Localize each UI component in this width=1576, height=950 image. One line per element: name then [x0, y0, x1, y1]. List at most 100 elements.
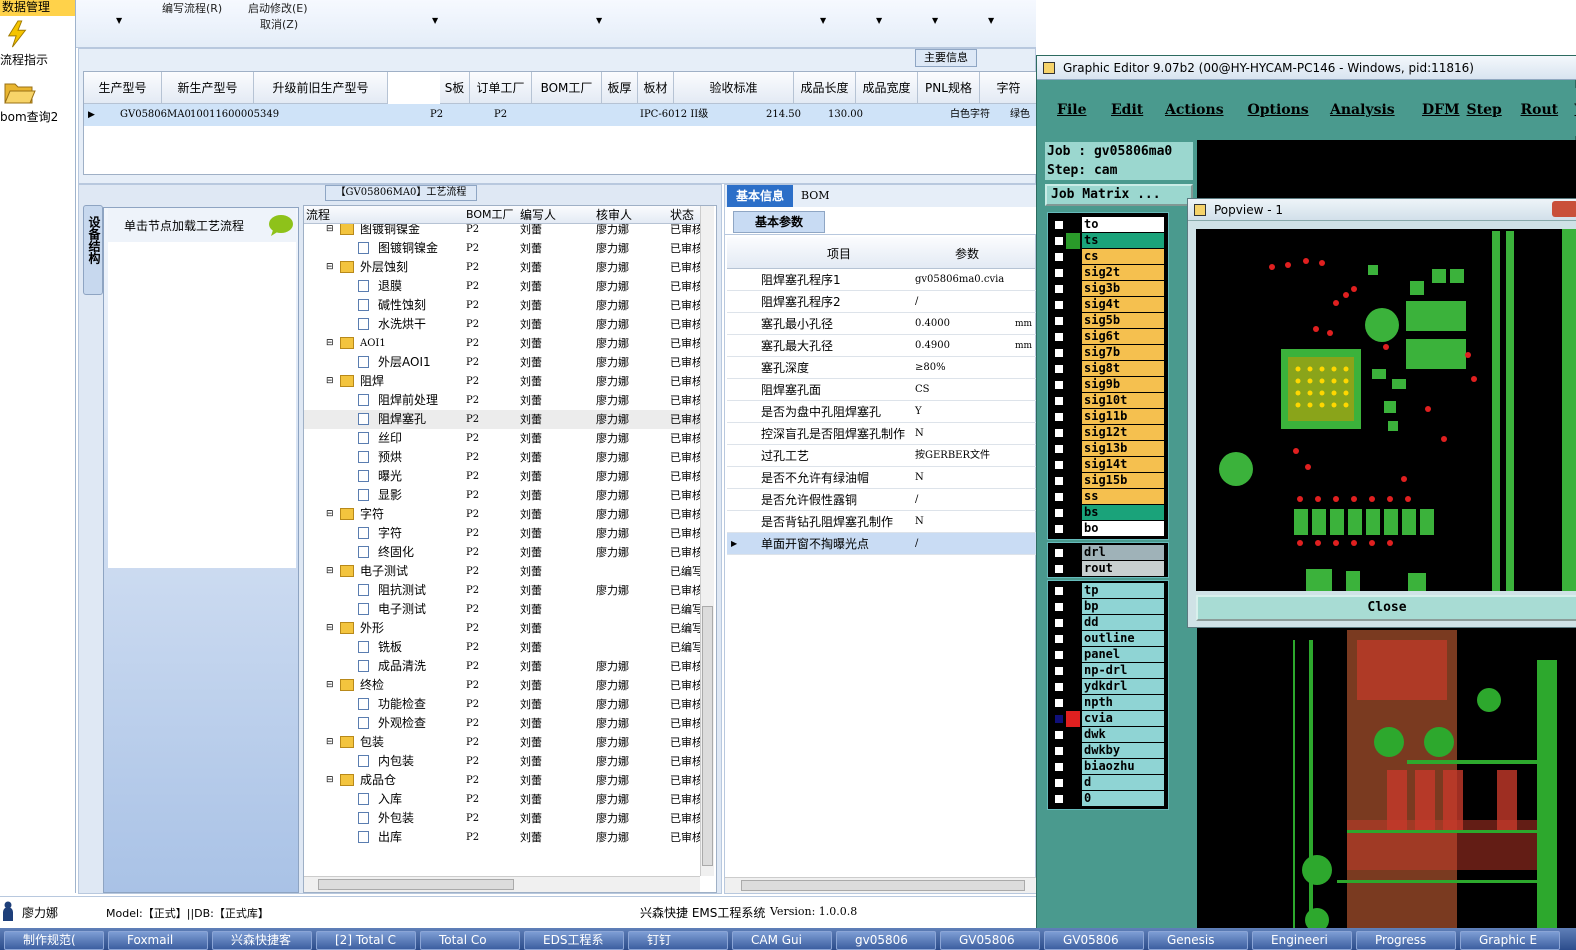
tree-row[interactable]: 水洗烘干 P2 刘蕾 廖力娜 已审核 [304, 315, 710, 334]
layer-row[interactable]: dwk [1048, 727, 1168, 743]
ge-titlebar[interactable]: Graphic Editor 9.07b2 (00@HY-HYCAM-PC146… [1037, 56, 1576, 80]
start-modify-menu[interactable]: 启动修改(E) [248, 0, 308, 16]
param-row[interactable]: 塞孔最大孔径 0.4900 mm [727, 335, 1037, 357]
layer-row[interactable]: bs [1048, 505, 1168, 521]
layer-checkbox[interactable] [1054, 252, 1064, 262]
tree-row[interactable]: 铣板 P2 刘蕾 已编写 [304, 638, 710, 657]
layer-checkbox[interactable] [1054, 444, 1064, 454]
layer-checkbox[interactable] [1054, 762, 1064, 772]
layer-checkbox[interactable] [1054, 524, 1064, 534]
col-reviewer[interactable]: 核审人 [596, 206, 632, 224]
layer-checkbox[interactable] [1054, 682, 1064, 692]
table-row[interactable]: ▶ GV05806MA0 10011600005349 P2 P2 IPC-6012 I… [84, 104, 1036, 126]
tree-row[interactable]: 阻焊塞孔 P2 刘蕾 廖力娜 已审核 [304, 410, 710, 429]
tree-row[interactable]: 丝印 P2 刘蕾 廖力娜 已审核 [304, 429, 710, 448]
layer-row[interactable]: sig13b [1048, 441, 1168, 457]
tree-row[interactable]: 显影 P2 刘蕾 廖力娜 已审核 [304, 486, 710, 505]
collapse-icon[interactable]: ⊟ [326, 562, 334, 581]
taskbar-button[interactable]: Total Co [420, 931, 520, 950]
layer-row[interactable]: ydkdrl [1048, 679, 1168, 695]
layer-checkbox[interactable] [1054, 476, 1064, 486]
layer-row[interactable]: dd [1048, 615, 1168, 631]
tree-row[interactable]: 电子测试 P2 刘蕾 已编写 [304, 600, 710, 619]
grid-col-header[interactable]: 板材 [638, 72, 674, 104]
popview-canvas[interactable] [1196, 229, 1576, 591]
layer-checkbox[interactable] [1054, 548, 1064, 558]
layer-row[interactable]: cs [1048, 249, 1168, 265]
tree-row[interactable]: 出库 P2 刘蕾 廖力娜 已审核 [304, 828, 710, 847]
layer-row[interactable]: sig2t [1048, 265, 1168, 281]
layer-row[interactable]: ss [1048, 489, 1168, 505]
grid-col-header[interactable]: 升级前旧生产型号 [254, 72, 388, 104]
main-info-tab[interactable]: 主要信息 [915, 49, 977, 67]
layer-checkbox[interactable] [1054, 730, 1064, 740]
dropdown-arrow-icon[interactable]: ▼ [820, 16, 826, 25]
layer-checkbox[interactable] [1054, 380, 1064, 390]
tree-row[interactable]: ⊟ 图镀铜镍金 P2 刘蕾 廖力娜 已审核 [304, 224, 710, 239]
collapse-icon[interactable]: ⊟ [326, 771, 334, 790]
layer-checkbox[interactable] [1054, 300, 1064, 310]
layer-checkbox[interactable] [1054, 618, 1064, 628]
horizontal-scrollbar[interactable] [725, 877, 1037, 893]
grid-col-header[interactable]: 生产型号 [84, 72, 162, 104]
col-bom[interactable]: BOM工厂 [466, 206, 514, 224]
grid-col-header[interactable]: 成品宽度 [856, 72, 918, 104]
col-status[interactable]: 状态 [670, 206, 694, 224]
taskbar-button[interactable]: GV05806 [1044, 931, 1144, 950]
dropdown-arrow-icon[interactable]: ▼ [596, 16, 602, 25]
tree-row[interactable]: 内包装 P2 刘蕾 廖力娜 已审核 [304, 752, 710, 771]
layer-checkbox[interactable] [1054, 396, 1064, 406]
taskbar-button[interactable]: 钉钉 [628, 931, 728, 950]
collapse-icon[interactable]: ⊟ [326, 619, 334, 638]
param-row[interactable]: 阻焊塞孔面 CS [727, 379, 1037, 401]
layer-row[interactable]: panel [1048, 647, 1168, 663]
layer-row[interactable]: bo [1048, 521, 1168, 537]
dropdown-arrow-icon[interactable]: ▼ [116, 16, 122, 25]
layer-row[interactable]: np-drl [1048, 663, 1168, 679]
layer-row[interactable]: sig6t [1048, 329, 1168, 345]
grid-col-header[interactable]: S板 [440, 72, 470, 104]
layer-checkbox[interactable] [1054, 650, 1064, 660]
tree-row[interactable]: ⊟ 外形 P2 刘蕾 已编写 [304, 619, 710, 638]
ge-menu-edit[interactable]: Edit [1111, 102, 1143, 118]
layer-checkbox[interactable] [1054, 492, 1064, 502]
tree-row[interactable]: ⊟ AOI1 P2 刘蕾 廖力娜 已审核 [304, 334, 710, 353]
grid-col-header[interactable]: 板厚 [602, 72, 638, 104]
taskbar-button[interactable]: Foxmail [108, 931, 208, 950]
load-flow-button[interactable]: 单击节点加载工艺流程 [108, 208, 296, 242]
layer-checkbox[interactable] [1054, 268, 1064, 278]
param-row[interactable]: 塞孔最小孔径 0.4000 mm [727, 313, 1037, 335]
layer-checkbox[interactable] [1054, 236, 1064, 246]
param-row[interactable]: 是否为盘中孔阻焊塞孔 Y [727, 401, 1037, 423]
layer-checkbox[interactable] [1054, 460, 1064, 470]
ge-menu-step[interactable]: Step [1467, 102, 1502, 118]
dropdown-arrow-icon[interactable]: ▼ [932, 16, 938, 25]
layer-checkbox[interactable] [1054, 316, 1064, 326]
tree-row[interactable]: 阻焊前处理 P2 刘蕾 廖力娜 已审核 [304, 391, 710, 410]
layer-checkbox[interactable] [1054, 794, 1064, 804]
grid-col-header[interactable]: BOM工厂 [532, 72, 602, 104]
ge-menu-options[interactable]: Options [1248, 102, 1309, 118]
ge-menu-rout[interactable]: Rout [1521, 102, 1559, 118]
layer-checkbox[interactable] [1054, 586, 1064, 596]
collapse-icon[interactable]: ⊟ [326, 676, 334, 695]
nav-item-bom[interactable]: bom查询2 [0, 78, 76, 125]
layer-checkbox[interactable] [1054, 602, 1064, 612]
tree-row[interactable]: 阻抗测试 P2 刘蕾 廖力娜 已审核 [304, 581, 710, 600]
tab-basic-info[interactable]: 基本信息 [727, 185, 793, 207]
taskbar-button[interactable]: [2] Total C [316, 931, 416, 950]
layer-row[interactable]: cvia [1048, 711, 1168, 727]
tree-row[interactable]: 外观检查 P2 刘蕾 廖力娜 已审核 [304, 714, 710, 733]
layer-checkbox[interactable] [1054, 220, 1064, 230]
taskbar-button[interactable]: Genesis [1148, 931, 1248, 950]
layer-row[interactable]: sig7b [1048, 345, 1168, 361]
tree-row[interactable]: 图镀铜镍金 P2 刘蕾 廖力娜 已审核 [304, 239, 710, 258]
layer-checkbox[interactable] [1054, 284, 1064, 294]
dropdown-arrow-icon[interactable]: ▼ [876, 16, 882, 25]
layer-row[interactable]: sig5b [1048, 313, 1168, 329]
grid-col-header[interactable]: 字符 [980, 72, 1036, 104]
taskbar-button[interactable]: gv05806 [836, 931, 936, 950]
ge-menu-analysis[interactable]: Analysis [1330, 102, 1395, 118]
layer-row[interactable]: sig14t [1048, 457, 1168, 473]
tree-row[interactable]: ⊟ 成品仓 P2 刘蕾 廖力娜 已审核 [304, 771, 710, 790]
